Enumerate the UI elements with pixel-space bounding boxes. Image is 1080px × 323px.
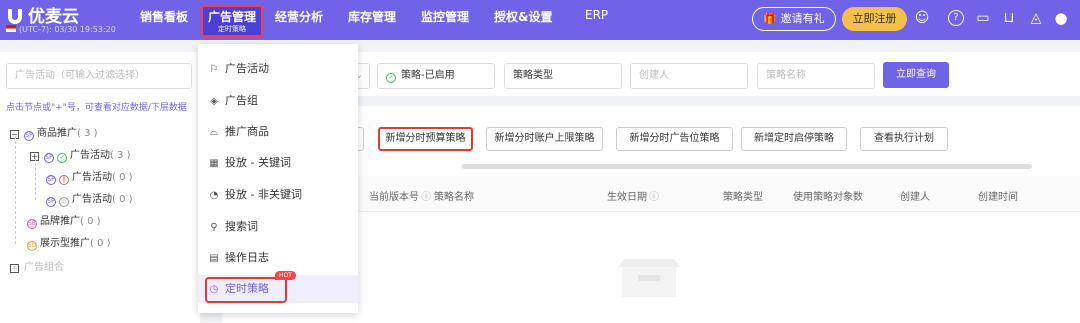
nav-sales-dashboard[interactable]: 销售看板 — [140, 8, 188, 25]
menu-item-operation-log[interactable]: ▤ 操作日志 — [198, 244, 358, 272]
flag-icon: ⚐ — [209, 64, 219, 75]
tree-search-input[interactable]: 广告活动（可输入过滤选择） — [6, 63, 192, 89]
sd-badge-icon: SD — [27, 241, 37, 251]
search-icon: ⚲ — [210, 222, 218, 233]
help-icon[interactable]: ? — [948, 10, 964, 26]
info-icon[interactable]: ⓘ — [649, 188, 659, 203]
nav-business-analysis[interactable]: 经营分析 — [275, 8, 323, 25]
tree-node-campaign-paused[interactable]: SP ∥ 广告活动( 0 ) — [46, 168, 133, 185]
add-schedule-start-stop-strategy-button[interactable]: 新增定时启停策略 — [741, 127, 847, 151]
nav-ad-management-sub: 定时策略 — [218, 25, 246, 33]
add-hourly-budget-strategy-button[interactable]: 新增分时预算策略 — [378, 127, 473, 151]
bell-icon[interactable]: ◬ — [1028, 10, 1044, 26]
timezone-clock: (UTC-7): 03/30 19:53:20 — [6, 25, 116, 34]
nav-auth-settings[interactable]: 授权&设置 — [494, 8, 552, 25]
tree-hint-text: 点击节点或"+"号，可查看对应数据/下层数据 — [6, 103, 187, 113]
column-version: 当前版本号 — [369, 192, 419, 203]
invite-button[interactable]: 🎁 邀请有礼 — [752, 7, 836, 31]
enabled-check-icon: ✓ — [57, 153, 67, 163]
product-icon: ⌓ — [210, 127, 218, 138]
sp-badge-icon: SP — [24, 131, 34, 141]
strategy-type-select[interactable]: 策略类型 — [504, 63, 622, 89]
nav-erp[interactable]: ERP — [585, 8, 608, 22]
enabled-check-icon: ✓ — [386, 73, 396, 83]
nav-inventory-management[interactable]: 库存管理 — [348, 8, 396, 25]
column-creator: 创建人 — [900, 192, 930, 203]
tree-node-campaign-archived[interactable]: SP ▭ 广告活动( 0 ) — [46, 190, 133, 207]
tree-connector — [15, 136, 16, 244]
column-strategy-name: 策略名称 — [434, 192, 474, 203]
menu-item-non-keyword-targeting[interactable]: ◔ 投放 - 非关键词 — [198, 181, 358, 209]
hot-badge: HOT — [275, 271, 296, 280]
add-hourly-placement-strategy-button[interactable]: 新增分时广告位策略 — [616, 127, 733, 151]
us-flag-icon — [6, 25, 16, 32]
sp-badge-icon: SP — [46, 197, 56, 207]
message-icon[interactable]: ▭ — [975, 10, 991, 26]
status-filter-select[interactable]: ✓ 策略-已启用 — [377, 63, 495, 89]
layers-icon: ◈ — [210, 96, 218, 107]
info-icon[interactable]: ⓘ — [421, 188, 431, 203]
menu-item-campaigns[interactable]: ⚐ 广告活动 — [198, 55, 358, 83]
sp-badge-icon: SP — [44, 153, 54, 163]
column-created-time: 创建时间 — [978, 192, 1018, 203]
column-object-count: 使用策略对象数 — [793, 192, 863, 203]
tree-connector — [35, 158, 36, 200]
brand-logo[interactable]: 优麦云 — [8, 2, 79, 27]
tree-node-sponsored-brands[interactable]: SB 品牌推广( 0 ) — [27, 212, 101, 229]
target-icon: ◔ — [209, 190, 219, 201]
archived-icon: ▭ — [59, 197, 69, 207]
gift-icon: 🎁 — [763, 12, 778, 25]
register-button[interactable]: 立即注册 — [842, 7, 907, 31]
query-button[interactable]: 立即查询 — [883, 62, 949, 88]
user-avatar-icon[interactable]: ● — [1053, 10, 1069, 26]
campaign-tree-panel: 广告活动（可输入过滤选择） 点击节点或"+"号，可查看对应数据/下层数据 − SP… — [0, 52, 200, 323]
logo-mark-icon — [8, 9, 22, 24]
menu-item-search-terms[interactable]: ⚲ 搜索词 — [198, 213, 358, 241]
view-execution-plan-button[interactable]: 查看执行计划 — [860, 127, 948, 151]
tree-node-campaign-enabled[interactable]: + SP ✓ 广告活动( 3 ) — [30, 146, 131, 163]
top-navigation-bar: 优麦云 (UTC-7): 03/30 19:53:20 销售看板 广告管理 定时… — [0, 0, 1080, 40]
paused-icon: ∥ — [59, 175, 69, 185]
tree-node-sponsored-products[interactable]: − SP 商品推广( 3 ) — [10, 124, 98, 141]
nav-ad-management[interactable]: 广告管理 定时策略 — [201, 5, 264, 37]
sb-badge-icon: SB — [27, 219, 37, 229]
sp-badge-icon: SP — [46, 175, 56, 185]
nav-monitor-management[interactable]: 监控管理 — [421, 8, 469, 25]
expand-icon[interactable]: + — [10, 264, 19, 273]
strategy-name-input[interactable]: 策略名称 — [757, 63, 875, 89]
creator-input[interactable]: 创建人 — [630, 63, 748, 89]
log-icon: ▤ — [209, 253, 219, 264]
column-effective-date: 生效日期 — [607, 192, 647, 203]
cart-icon[interactable]: ⊔ — [1001, 10, 1017, 26]
menu-item-keyword-targeting[interactable]: ▦ 投放 - 关键词 — [198, 149, 358, 177]
menu-item-ad-groups[interactable]: ◈ 广告组 — [198, 87, 358, 115]
empty-box-icon — [618, 259, 680, 297]
support-agent-icon[interactable]: ☺ — [914, 10, 930, 26]
menu-item-products[interactable]: ⌓ 推广商品 — [198, 118, 358, 146]
horizontal-scrollbar[interactable] — [462, 164, 1032, 169]
add-hourly-account-limit-strategy-button[interactable]: 新增分时账户上限策略 — [486, 127, 603, 151]
tree-node-portfolio[interactable]: + 广告组合 — [10, 258, 64, 273]
column-strategy-type: 策略类型 — [723, 192, 763, 203]
keyword-icon: ▦ — [209, 158, 219, 169]
tree-node-sponsored-display[interactable]: SD 展示型推广( 0 ) — [27, 234, 111, 251]
menu-highlight-frame — [205, 277, 287, 303]
